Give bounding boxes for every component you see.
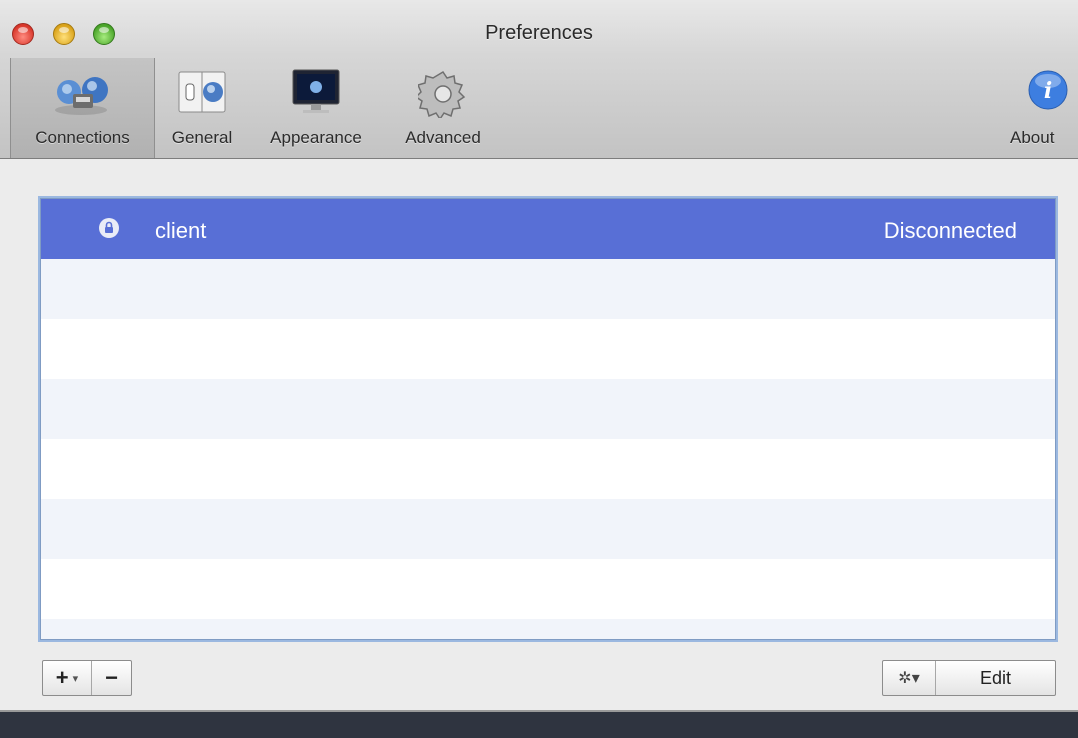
remove-label: − [105,665,118,690]
gear-icon [414,68,468,123]
list-row-empty [41,439,1055,499]
list-row-empty [41,559,1055,619]
chevron-down-icon: ▾ [72,672,79,685]
list-row-empty [41,619,1055,639]
about-label: About [1010,128,1055,147]
tab-advanced[interactable]: Advanced [386,58,500,158]
add-label: + [55,665,69,690]
about-button[interactable]: i About [1008,58,1078,158]
connections-list[interactable]: client Disconnected [40,198,1056,640]
add-connection-button[interactable]: + ▾ [43,661,91,695]
gear-icon: ✲▾ [898,670,920,687]
list-row-empty [41,499,1055,559]
preferences-window: Preferences Connections General Appearan… [0,0,1078,712]
tab-appearance[interactable]: Appearance [250,58,382,158]
window-title: Preferences [485,22,593,44]
desktop-background [0,712,1078,738]
svg-text:i: i [1044,78,1052,104]
network-globe-icon [51,68,115,121]
add-remove-control: + ▾ − [42,660,132,696]
tab-label: General [171,128,233,147]
toolbar: Preferences Connections General Appearan… [0,0,1078,159]
connection-row-client[interactable]: client Disconnected [41,199,1055,259]
edit-label: Edit [979,667,1012,688]
tab-label: Appearance [270,128,362,147]
lock-icon [99,218,119,238]
action-menu-button[interactable]: ✲▾ [883,661,935,695]
tab-label: Connections [35,128,130,147]
switch-panel-icon [175,68,229,121]
monitor-icon [289,68,343,121]
tab-general[interactable]: General [158,58,246,158]
list-row-empty [41,319,1055,379]
remove-connection-button[interactable]: − [91,661,131,695]
tab-connections[interactable]: Connections [10,58,155,158]
list-row-empty [41,379,1055,439]
connection-name: client [155,218,207,243]
edit-button[interactable]: Edit [935,661,1055,695]
connection-status: Disconnected [883,218,1017,243]
action-edit-control: ✲▾ Edit [882,660,1056,696]
info-icon: i [1026,68,1070,117]
list-row-empty [41,259,1055,319]
tab-label: Advanced [405,128,481,147]
